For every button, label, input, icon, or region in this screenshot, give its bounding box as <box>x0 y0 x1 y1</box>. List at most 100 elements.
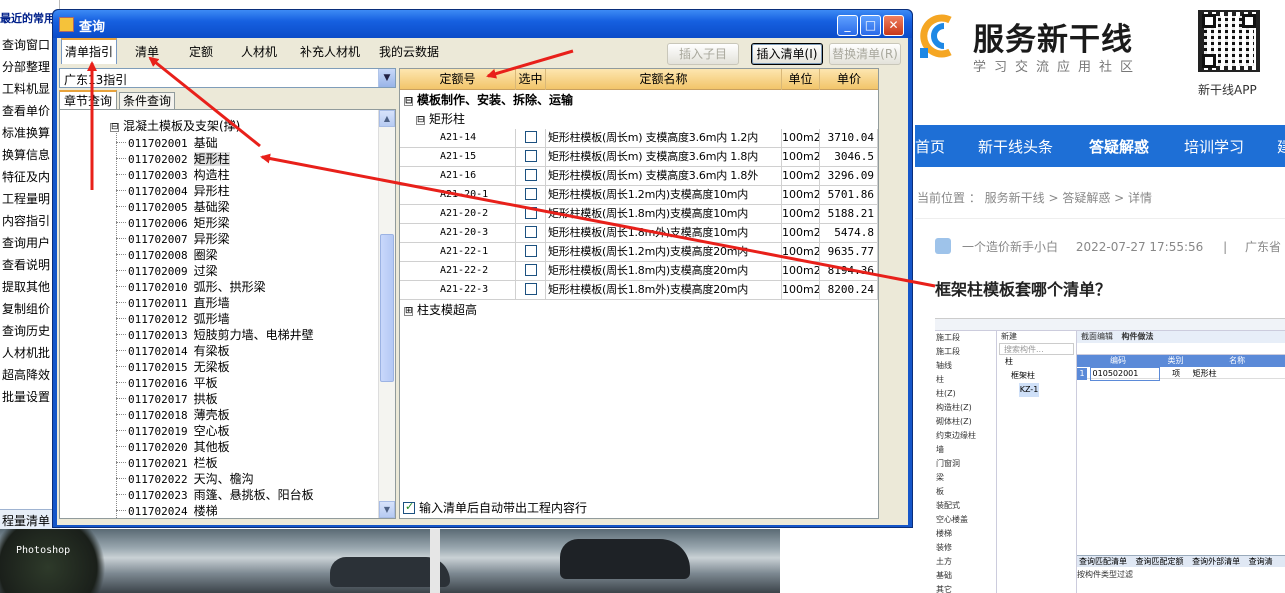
col-header-unit[interactable]: 单位 <box>782 69 820 90</box>
tab-supplement-material[interactable]: 补充人材机 <box>293 40 367 62</box>
tree-node[interactable]: 011702014 有梁板 <box>128 342 230 358</box>
tree-node[interactable]: 011702021 栏板 <box>128 454 218 470</box>
tab-list[interactable]: 清单 <box>125 40 169 62</box>
table-row[interactable]: A21-14 矩形柱模板(周长m) 支模高度3.6m内 1.2内 100m2 3710… <box>400 129 878 148</box>
cell-select[interactable] <box>516 243 546 262</box>
tree-node[interactable]: 011702009 过梁 <box>128 262 218 278</box>
nav-training[interactable]: 培训学习 <box>1184 136 1244 157</box>
background-menu-item[interactable]: 查询窗口 <box>2 36 58 53</box>
tab-list-guide[interactable]: 清单指引 <box>61 38 117 64</box>
cell-select[interactable] <box>516 167 546 186</box>
dialog-titlebar[interactable]: 查询 _ □ ✕ <box>53 10 912 38</box>
nav-home[interactable]: 首页 <box>915 136 945 157</box>
table-row[interactable]: A21-22-2 矩形柱模板(周长1.8m内)支模高度20m内 100m2 8194.… <box>400 262 878 281</box>
background-menu-item[interactable]: 复制组价 <box>2 300 58 317</box>
select-checkbox[interactable] <box>524 188 537 200</box>
cell-select[interactable] <box>516 262 546 281</box>
col-header-name[interactable]: 定额名称 <box>546 69 782 90</box>
table-row[interactable]: A21-15 矩形柱模板(周长m) 支模高度3.6m内 1.8内 100m2 3046… <box>400 148 878 167</box>
select-checkbox[interactable] <box>524 226 537 238</box>
tree-node[interactable]: 011702008 圈梁 <box>128 246 218 262</box>
grid-group-row[interactable]: ⊞ 柱支模超高 <box>400 301 878 320</box>
collapse-icon[interactable]: ⊟ <box>416 116 425 125</box>
scroll-up-icon[interactable]: ▲ <box>379 110 395 127</box>
select-checkbox[interactable] <box>524 169 537 181</box>
tree-node[interactable]: 011702007 异形梁 <box>128 230 230 246</box>
background-menu-item[interactable]: 查询历史 <box>2 322 58 339</box>
background-menu-item[interactable]: 批量设置 <box>2 388 58 405</box>
col-header-code[interactable]: 定额号 <box>400 69 516 90</box>
nav-headlines[interactable]: 新干线头条 <box>978 136 1053 157</box>
table-row[interactable]: A21-22-1 矩形柱模板(周长1.2m内)支模高度20m内 100m2 9635.… <box>400 243 878 262</box>
background-menu-item[interactable]: 内容指引 <box>2 212 58 229</box>
logo-title[interactable]: 服务新干线 <box>973 14 1133 59</box>
table-row[interactable]: A21-16 矩形柱模板(周长m) 支模高度3.6m内 1.8外 100m2 3296… <box>400 167 878 186</box>
tree-node[interactable]: 011702012 弧形墙 <box>128 310 230 326</box>
tree-node[interactable]: 011702003 构造柱 <box>128 166 230 182</box>
tree-node[interactable]: 011702018 薄壳板 <box>128 406 230 422</box>
select-checkbox[interactable] <box>524 264 537 276</box>
collapse-icon[interactable]: ⊟ <box>110 123 119 132</box>
minimize-button[interactable]: _ <box>837 15 858 36</box>
scroll-thumb[interactable] <box>380 234 394 382</box>
checkbox-checked-icon[interactable] <box>403 500 415 514</box>
post-author[interactable]: 一个造价新手小白 <box>962 240 1058 254</box>
grid-subgroup-row[interactable]: ⊟ 矩形柱 <box>400 110 878 129</box>
table-row[interactable]: A21-22-3 矩形柱模板(周长1.8m外)支模高度20m内 100m2 8200.… <box>400 281 878 300</box>
tab-labor-material[interactable]: 人材机 <box>231 40 287 62</box>
background-menu-item[interactable]: 人材机批 <box>2 344 58 361</box>
tab-cloud-data[interactable]: 我的云数据 <box>373 40 445 62</box>
tree-node[interactable]: 011702006 矩形梁 <box>128 214 230 230</box>
col-header-price[interactable]: 单价 <box>820 69 878 90</box>
tree-node[interactable]: 011702005 基础梁 <box>128 198 230 214</box>
auto-content-checkbox[interactable]: 输入清单后自动带出工程内容行 <box>403 499 587 516</box>
background-menu-item[interactable]: 分部整理 <box>2 58 58 75</box>
background-menu-item[interactable]: 标准换算 <box>2 124 58 141</box>
select-checkbox[interactable] <box>524 283 537 295</box>
select-checkbox[interactable] <box>524 131 537 143</box>
expand-icon[interactable]: ⊞ <box>404 307 413 316</box>
select-checkbox[interactable] <box>524 245 537 257</box>
replace-list-button[interactable]: 替换清单(R) <box>829 43 901 65</box>
scroll-down-icon[interactable]: ▼ <box>379 501 395 518</box>
insert-list-button[interactable]: 插入清单(I) <box>751 43 823 65</box>
cell-select[interactable] <box>516 129 546 148</box>
cell-select[interactable] <box>516 224 546 243</box>
background-menu-item[interactable]: 查看单价 <box>2 102 58 119</box>
background-menu-item[interactable]: 查询用户 <box>2 234 58 251</box>
grid-group-row[interactable]: ⊟ 模板制作、安装、拆除、运输 <box>400 91 878 110</box>
tree-node[interactable]: 011702010 弧形、拱形梁 <box>128 278 266 294</box>
tab-quota[interactable]: 定额 <box>177 40 225 62</box>
tree-node[interactable]: 011702019 空心板 <box>128 422 230 438</box>
table-row[interactable]: A21-20-2 矩形柱模板(周长1.8m内)支模高度10m内 100m2 5188.… <box>400 205 878 224</box>
background-menu-item[interactable]: 工料机显 <box>2 80 58 97</box>
background-menu-item[interactable]: 工程量明 <box>2 190 58 207</box>
tree-node[interactable]: 011702011 直形墙 <box>128 294 230 310</box>
background-menu-item[interactable]: 查看说明 <box>2 256 58 273</box>
tree-parent-node[interactable]: ⊟ 混凝土模板及支架(撑) <box>110 117 240 134</box>
select-checkbox[interactable] <box>524 207 537 219</box>
tree-node[interactable]: 011702001 基础 <box>128 134 218 150</box>
tree-node[interactable]: 011702017 拱板 <box>128 390 218 406</box>
insert-child-button[interactable]: 插入子目 <box>667 43 739 65</box>
maximize-button[interactable]: □ <box>860 15 881 36</box>
chevron-down-icon[interactable]: ▼ <box>378 69 395 87</box>
table-row[interactable]: A21-20-1 矩形柱模板(周长1.2m内)支模高度10m内 100m2 5701.… <box>400 186 878 205</box>
table-row[interactable]: A21-20-3 矩形柱模板(周长1.8m外)支模高度10m内 100m2 5474.… <box>400 224 878 243</box>
cell-select[interactable] <box>516 148 546 167</box>
cell-select[interactable] <box>516 205 546 224</box>
cell-select[interactable] <box>516 281 546 300</box>
select-checkbox[interactable] <box>524 150 537 162</box>
tab-condition-query[interactable]: 条件查询 <box>119 92 175 110</box>
background-menu-item[interactable]: 换算信息 <box>2 146 58 163</box>
nav-more[interactable]: 建 <box>1277 136 1285 157</box>
tree-scrollbar[interactable]: ▲ ▼ <box>378 110 395 518</box>
cell-select[interactable] <box>516 186 546 205</box>
tree-node[interactable]: 011702002 矩形柱 <box>128 150 230 166</box>
background-menu-item[interactable]: 超高降效 <box>2 366 58 383</box>
tree-node[interactable]: 011702023 雨篷、悬挑板、阳台板 <box>128 486 314 502</box>
background-menu-item[interactable]: 提取其他 <box>2 278 58 295</box>
tree-node[interactable]: 011702024 楼梯 <box>128 502 218 518</box>
tree-node[interactable]: 011702004 异形柱 <box>128 182 230 198</box>
close-button[interactable]: ✕ <box>883 15 904 36</box>
